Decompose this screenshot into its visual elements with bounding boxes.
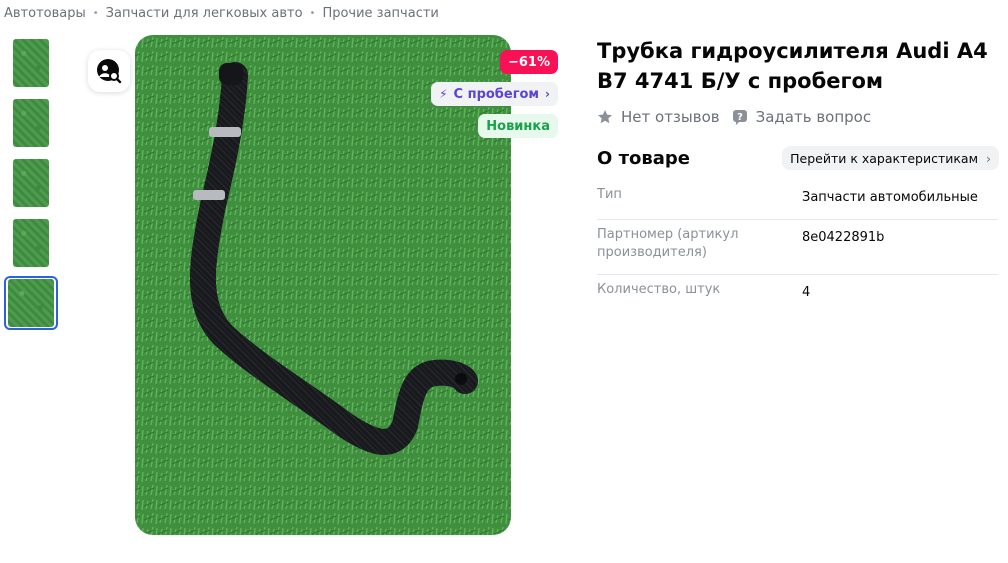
- used-badge-text: С пробегом: [453, 86, 540, 102]
- thumbnail-4[interactable]: [4, 216, 58, 270]
- star-icon: [597, 109, 613, 125]
- spec-value: 8e0422891b: [802, 230, 885, 245]
- camera-search-icon: [97, 59, 122, 84]
- bolt-icon: ⚡: [439, 87, 448, 101]
- thumbnail-image: [8, 279, 54, 327]
- thumbnail-image: [13, 159, 49, 207]
- thumbnail-image: [13, 99, 49, 147]
- thumbnail-strip: [4, 36, 60, 336]
- thumbnail-5[interactable]: [4, 276, 58, 330]
- reviews-label: Нет отзывов: [621, 108, 720, 126]
- spec-row: Количество, штук 4: [597, 275, 998, 314]
- go-to-characteristics-label: Перейти к характеристикам: [790, 150, 978, 166]
- ask-question-button[interactable]: ? Задать вопрос: [732, 108, 872, 126]
- new-badge-text: Новинка: [486, 118, 550, 134]
- reviews-link[interactable]: Нет отзывов: [597, 108, 720, 126]
- thumbnail-2[interactable]: [4, 96, 58, 150]
- spec-key: Партномер (артикул производителя): [597, 227, 739, 260]
- spec-row: Партномер (артикул производителя) 8e0422…: [597, 220, 998, 275]
- thumbnail-image: [13, 39, 49, 87]
- go-to-characteristics-button[interactable]: Перейти к характеристикам ›: [782, 146, 999, 170]
- breadcrumb-separator: •: [309, 8, 316, 19]
- breadcrumb-item-auto[interactable]: Автотовары: [4, 6, 86, 21]
- spec-key: Количество, штук: [597, 282, 721, 297]
- used-badge[interactable]: ⚡ С пробегом ›: [431, 82, 558, 106]
- spec-key: Тип: [597, 187, 622, 202]
- photo-badges: −61% ⚡ С пробегом › Новинка: [431, 50, 558, 146]
- image-search-button[interactable]: [88, 50, 130, 92]
- question-icon: ?: [732, 109, 748, 125]
- discount-badge-text: −61%: [507, 54, 550, 70]
- about-section-header: О товаре Перейти к характеристикам ›: [597, 146, 999, 170]
- chevron-right-icon: ›: [545, 87, 550, 101]
- about-heading: О товаре: [597, 147, 690, 169]
- specs-table: Тип Запчасти автомобильные Партномер (ар…: [597, 180, 998, 314]
- breadcrumb-item-car-parts[interactable]: Запчасти для легковых авто: [106, 6, 303, 21]
- spec-row: Тип Запчасти автомобильные: [597, 180, 998, 220]
- product-meta: Нет отзывов ? Задать вопрос: [597, 108, 883, 126]
- breadcrumb-item-other-parts[interactable]: Прочие запчасти: [322, 6, 438, 21]
- thumbnail-1[interactable]: [4, 36, 58, 90]
- chevron-right-icon: ›: [986, 150, 991, 166]
- new-badge: Новинка: [478, 114, 558, 138]
- spec-value: 4: [802, 285, 811, 300]
- breadcrumb: Автотовары • Запчасти для легковых авто …: [4, 6, 439, 21]
- spec-value: Запчасти автомобильные: [802, 190, 978, 205]
- thumbnail-3[interactable]: [4, 156, 58, 210]
- ask-question-label: Задать вопрос: [755, 108, 872, 126]
- svg-text:?: ?: [737, 112, 743, 123]
- product-title: Трубка гидроусилителя Audi A4 B7 4741 Б/…: [597, 39, 988, 93]
- thumbnail-image: [13, 219, 49, 267]
- breadcrumb-separator: •: [92, 8, 99, 19]
- discount-badge: −61%: [499, 50, 558, 74]
